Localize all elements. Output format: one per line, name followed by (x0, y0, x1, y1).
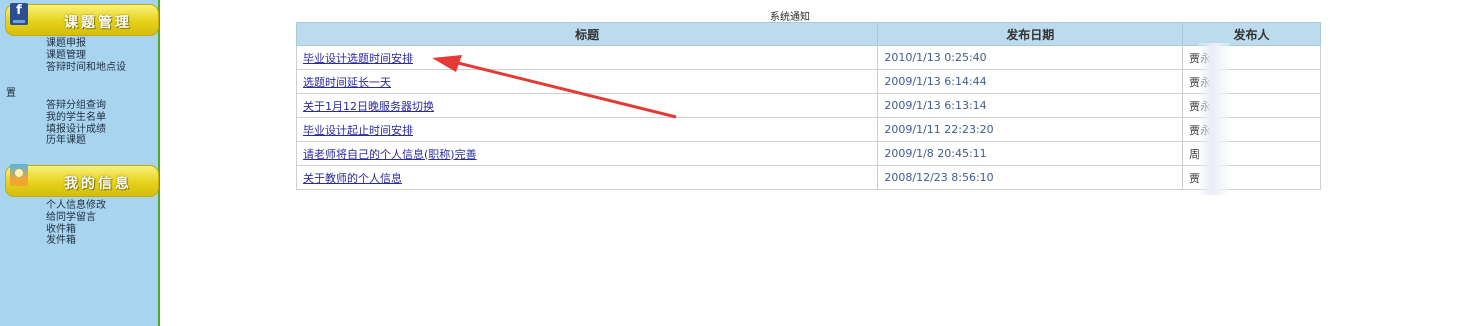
arrow-head-icon (432, 55, 462, 72)
arrow-shaft (449, 59, 677, 119)
annotation-arrow (432, 55, 677, 119)
